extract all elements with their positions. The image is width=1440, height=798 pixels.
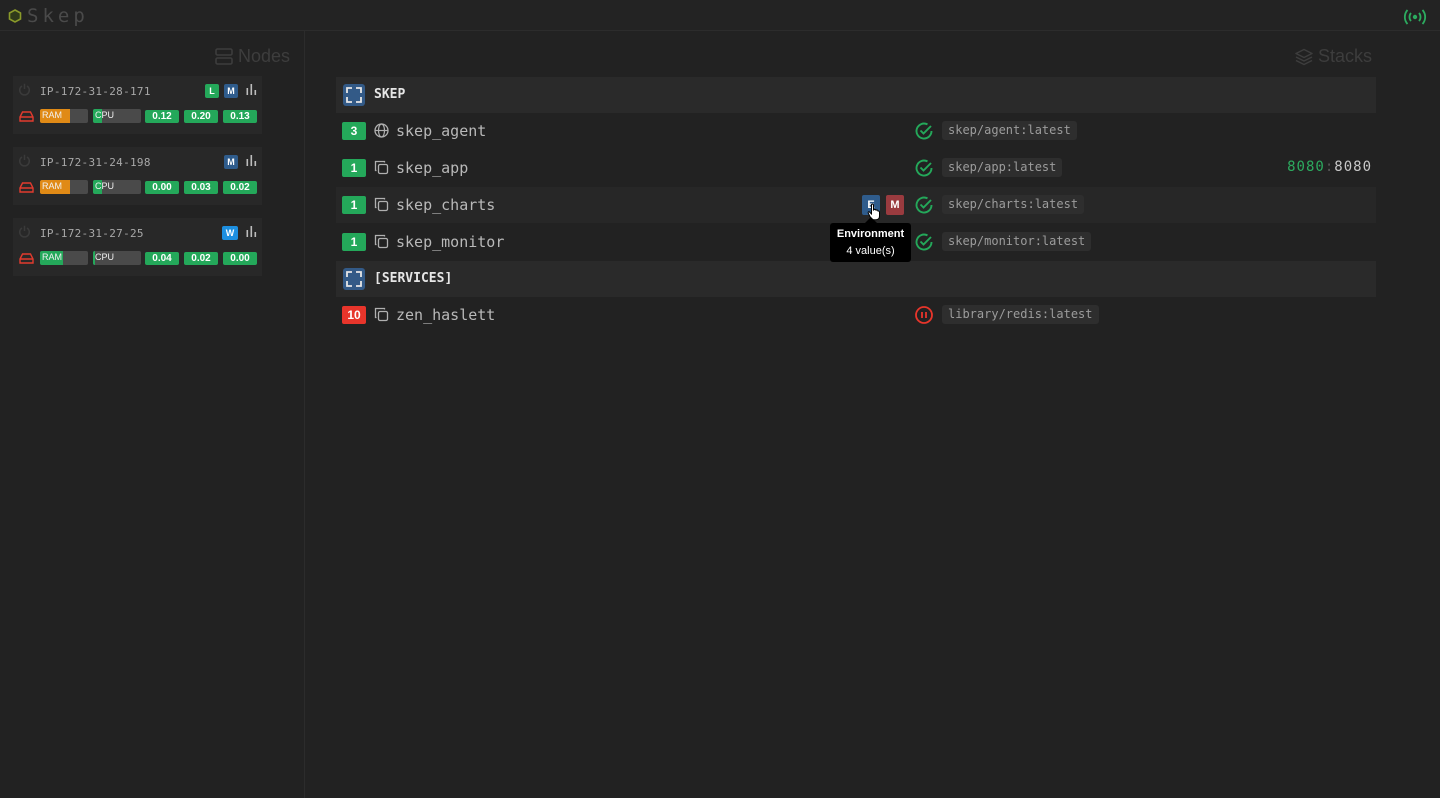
ram-meter: RAM (40, 109, 88, 123)
copy-icon (374, 160, 389, 175)
tooltip-body: 4 value(s) (846, 245, 895, 257)
cpu-meter: CPU (93, 109, 141, 123)
server-icon (215, 48, 233, 65)
replica-count: 1 (342, 196, 366, 214)
stack-group-row[interactable]: [SERVICES] (336, 261, 1376, 297)
cpu-meter: CPU (93, 180, 141, 194)
cpu-label: CPU (95, 181, 115, 191)
cpu-meter: CPU (93, 251, 141, 265)
bar-chart-icon[interactable] (246, 83, 257, 96)
disk-icon[interactable] (19, 253, 34, 264)
service-name[interactable]: skep_charts (396, 196, 495, 214)
cpu-label: CPU (95, 110, 115, 120)
stack-group-name: [SERVICES] (374, 271, 453, 286)
cpu-label: CPU (95, 252, 115, 262)
copy-icon (374, 234, 389, 249)
disk-icon[interactable] (19, 182, 34, 193)
load-5m: 0.02 (184, 252, 218, 265)
hexagon-icon (8, 9, 22, 23)
power-icon[interactable] (18, 83, 31, 96)
service-row[interactable]: 1 skep_app skep/app:latest 8080:8080 (336, 150, 1376, 186)
node-badge: M (224, 84, 238, 98)
service-row[interactable]: 3 skep_agent skep/agent:latest (336, 113, 1376, 149)
ram-label: RAM (42, 181, 62, 191)
image-tag: library/redis:latest (942, 305, 1099, 324)
replica-count: 3 (342, 122, 366, 140)
image-tag: skep/charts:latest (942, 195, 1085, 214)
globe-icon (374, 123, 389, 138)
published-port: 8080 (1287, 159, 1325, 175)
node-card: IP-172-31-24-198 M RAM CPU 0.00 0.03 0.0… (13, 147, 262, 205)
ram-label: RAM (42, 110, 62, 120)
node-badge: L (205, 84, 219, 98)
target-port: 8080 (1334, 159, 1372, 175)
service-row[interactable]: 1 skep_charts E M skep/charts:latest (336, 187, 1376, 223)
node-card: IP-172-31-28-171 L M RAM CPU 0.12 0.20 0… (13, 76, 262, 134)
service-name[interactable]: skep_agent (396, 122, 486, 140)
check-circle-icon (915, 196, 933, 214)
node-badge: M (224, 155, 238, 169)
tooltip-title: Environment (836, 228, 905, 240)
load-1m: 0.12 (145, 110, 179, 123)
load-5m: 0.03 (184, 181, 218, 194)
replica-count: 1 (342, 233, 366, 251)
load-1m: 0.04 (145, 252, 179, 265)
disk-icon[interactable] (19, 111, 34, 122)
expand-icon[interactable] (343, 84, 365, 106)
replica-count: 1 (342, 159, 366, 177)
nodes-header: Nodes (215, 46, 290, 67)
load-5m: 0.20 (184, 110, 218, 123)
node-name: IP-172-31-28-171 (40, 85, 151, 98)
layers-icon (1295, 48, 1313, 65)
replica-count: 10 (342, 306, 366, 324)
image-tag: skep/app:latest (942, 158, 1063, 177)
node-badge: W (222, 226, 238, 240)
environment-tooltip: Environment 4 value(s) (830, 217, 911, 262)
check-circle-icon (915, 122, 933, 140)
ram-meter: RAM (40, 180, 88, 194)
copy-icon (374, 197, 389, 212)
node-name: IP-172-31-27-25 (40, 227, 144, 240)
power-icon[interactable] (18, 154, 31, 167)
nodes-panel: Nodes IP-172-31-28-171 L M RAM CPU 0.12 … (0, 31, 305, 798)
load-15m: 0.13 (223, 110, 257, 123)
top-bar: Skep (0, 0, 1440, 31)
load-15m: 0.02 (223, 181, 257, 194)
port-mapping: 8080:8080 (1287, 159, 1372, 175)
service-name[interactable]: zen_haslett (396, 306, 495, 324)
expand-icon[interactable] (343, 268, 365, 290)
stack-group-name: SKEP (374, 87, 406, 102)
port-separator: : (1324, 159, 1335, 175)
stacks-header: Stacks (1295, 46, 1372, 67)
ram-meter: RAM (40, 251, 88, 265)
image-tag: skep/monitor:latest (942, 232, 1092, 251)
pause-circle-icon (915, 306, 933, 324)
ram-label: RAM (42, 252, 62, 262)
check-circle-icon (915, 159, 933, 177)
service-row[interactable]: 10 zen_haslett library/redis:latest (336, 297, 1376, 333)
service-name[interactable]: skep_monitor (396, 233, 504, 251)
node-card: IP-172-31-27-25 W RAM CPU 0.04 0.02 0.00 (13, 218, 262, 276)
broadcast-icon[interactable] (1402, 7, 1428, 27)
stacks-title: Stacks (1317, 46, 1372, 66)
nodes-title: Nodes (237, 46, 290, 66)
tooltip-arrow (865, 217, 877, 223)
service-name[interactable]: skep_app (396, 159, 468, 177)
copy-icon (374, 307, 389, 322)
load-15m: 0.00 (223, 252, 257, 265)
bar-chart-icon[interactable] (246, 154, 257, 167)
load-1m: 0.00 (145, 181, 179, 194)
bar-chart-icon[interactable] (246, 225, 257, 238)
mounts-chip[interactable]: M (886, 195, 904, 215)
app-title: Skep (27, 5, 89, 27)
check-circle-icon (915, 233, 933, 251)
node-name: IP-172-31-24-198 (40, 156, 151, 169)
stack-group-row[interactable]: SKEP (336, 77, 1376, 113)
image-tag: skep/agent:latest (942, 121, 1077, 140)
power-icon[interactable] (18, 225, 31, 238)
